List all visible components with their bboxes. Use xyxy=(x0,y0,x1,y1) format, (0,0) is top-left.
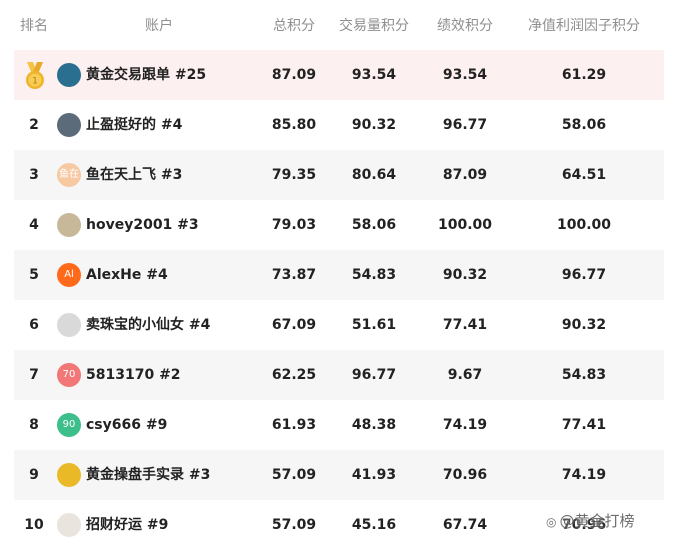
account-name-link[interactable]: csy666 #9 xyxy=(86,400,167,450)
net-value-score: 90.32 xyxy=(561,317,607,333)
header-total: 总积分 xyxy=(273,18,315,34)
performance-score: 100.00 xyxy=(437,217,493,233)
svg-text:1: 1 xyxy=(32,77,38,87)
avatar[interactable]: 70 xyxy=(57,363,81,387)
account-name-link[interactable]: 黄金交易跟单 #25 xyxy=(86,50,206,100)
performance-score: 87.09 xyxy=(442,167,488,183)
performance-score: 90.32 xyxy=(442,267,488,283)
avatar[interactable] xyxy=(57,213,81,237)
account-name-link[interactable]: 黄金操盘手实录 #3 xyxy=(86,450,210,500)
leaderboard-table: 排名 账户 总积分 交易量积分 绩效积分 净值利润因子积分 1 黄金交易跟单 #2… xyxy=(14,0,664,550)
avatar[interactable] xyxy=(57,313,81,337)
avatar[interactable] xyxy=(57,113,81,137)
account-name-link[interactable]: hovey2001 #3 xyxy=(86,200,199,250)
rank-cell: 9 xyxy=(29,467,39,483)
watermark: ◎ @黄金打榜 xyxy=(546,510,635,531)
account-name-link[interactable]: 止盈挺好的 #4 xyxy=(86,100,182,150)
rank-cell: 8 xyxy=(29,417,39,433)
account-name-link[interactable]: 鱼在天上飞 #3 xyxy=(86,150,182,200)
account-name-link[interactable]: 招财好运 #9 xyxy=(86,500,168,550)
rank-cell: 3 xyxy=(29,167,39,183)
net-value-score: 58.06 xyxy=(561,117,607,133)
table-row[interactable]: 8 90 csy666 #9 61.93 48.38 74.19 77.41 xyxy=(14,400,664,450)
net-value-score: 61.29 xyxy=(561,67,607,83)
net-value-score: 54.83 xyxy=(561,367,607,383)
header-performance: 绩效积分 xyxy=(437,18,493,34)
rank-cell: 6 xyxy=(29,317,39,333)
performance-score: 77.41 xyxy=(442,317,488,333)
performance-score: 74.19 xyxy=(442,417,488,433)
account-name-link[interactable]: 卖珠宝的小仙女 #4 xyxy=(86,300,210,350)
weibo-icon: ◎ xyxy=(546,515,557,529)
avatar[interactable]: 鱼在 xyxy=(57,163,81,187)
table-row[interactable]: 6 卖珠宝的小仙女 #4 67.09 51.61 77.41 90.32 xyxy=(14,300,664,350)
net-value-score: 96.77 xyxy=(561,267,607,283)
performance-score: 67.74 xyxy=(442,517,488,533)
net-value-score: 74.19 xyxy=(561,467,607,483)
table-body: 1 黄金交易跟单 #25 87.09 93.54 93.54 61.29 2 止盈挺好的 #4… xyxy=(14,50,664,550)
performance-score: 9.67 xyxy=(447,367,483,383)
gold-medal-icon: 1 xyxy=(24,62,46,94)
avatar[interactable] xyxy=(57,463,81,487)
table-row[interactable]: 4 hovey2001 #3 79.03 58.06 100.00 100.00 xyxy=(14,200,664,250)
account-name-link[interactable]: 5813170 #2 xyxy=(86,350,181,400)
rank-cell: 7 xyxy=(29,367,39,383)
net-value-score: 77.41 xyxy=(561,417,607,433)
rank-cell: 5 xyxy=(29,267,39,283)
net-value-score: 64.51 xyxy=(561,167,607,183)
performance-score: 70.96 xyxy=(442,467,488,483)
table-row[interactable]: 2 止盈挺好的 #4 85.80 90.32 96.77 58.06 xyxy=(14,100,664,150)
table-row[interactable]: 7 70 5813170 #2 62.25 96.77 9.67 54.83 xyxy=(14,350,664,400)
header-account: 账户 xyxy=(145,18,173,34)
avatar[interactable] xyxy=(57,63,81,87)
rank-cell: 2 xyxy=(29,117,39,133)
rank-cell: 10 xyxy=(24,517,44,533)
rank-cell: 4 xyxy=(29,217,39,233)
header-rank: 排名 xyxy=(20,18,48,34)
avatar[interactable]: Al xyxy=(57,263,81,287)
table-row[interactable]: 3 鱼在 鱼在天上飞 #3 79.35 80.64 87.09 64.51 xyxy=(14,150,664,200)
avatar[interactable]: 90 xyxy=(57,413,81,437)
table-header: 排名 账户 总积分 交易量积分 绩效积分 净值利润因子积分 xyxy=(14,0,664,50)
performance-score: 96.77 xyxy=(442,117,488,133)
watermark-text: @黄金打榜 xyxy=(559,512,635,530)
table-row[interactable]: 1 黄金交易跟单 #25 87.09 93.54 93.54 61.29 xyxy=(14,50,664,100)
table-row[interactable]: 5 Al AlexHe #4 73.87 54.83 90.32 96.77 xyxy=(14,250,664,300)
avatar[interactable] xyxy=(57,513,81,537)
header-net-value: 净值利润因子积分 xyxy=(528,18,640,34)
table-row[interactable]: 9 黄金操盘手实录 #3 57.09 41.93 70.96 74.19 xyxy=(14,450,664,500)
account-name-link[interactable]: AlexHe #4 xyxy=(86,250,168,300)
header-volume: 交易量积分 xyxy=(339,18,409,34)
net-value-score: 100.00 xyxy=(556,217,612,233)
performance-score: 93.54 xyxy=(442,67,488,83)
